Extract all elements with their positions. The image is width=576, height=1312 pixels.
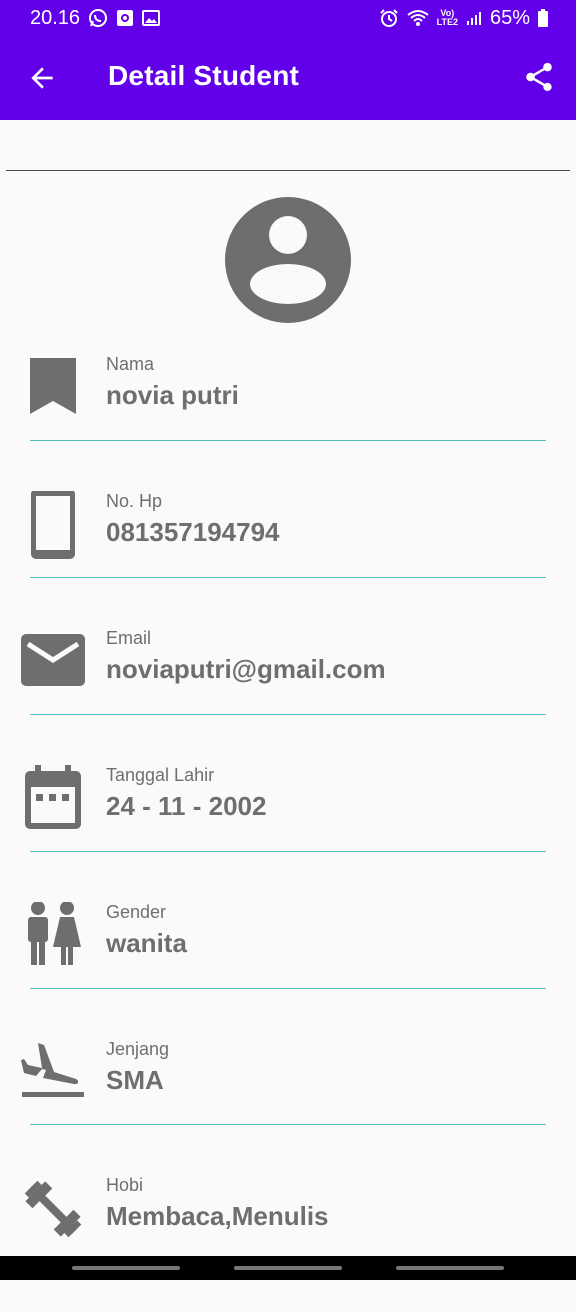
nav-recent-button[interactable]	[72, 1266, 180, 1270]
network-type-bottom: LTE2	[436, 17, 458, 27]
field-value-gender: wanita	[106, 928, 187, 958]
field-underline	[30, 577, 546, 578]
field-label-jenjang: Jenjang	[106, 1039, 170, 1059]
field-label-nama: Nama	[106, 354, 155, 374]
nav-home-button[interactable]	[234, 1266, 342, 1270]
battery-icon	[538, 9, 548, 27]
status-right: Vo) LTE2 65%	[379, 7, 548, 30]
field-row-email: Email noviaputri@gmail.com	[0, 628, 576, 765]
wifi-icon	[407, 10, 429, 26]
field-underline	[30, 440, 546, 441]
calendar-icon	[25, 765, 81, 829]
signal-icon	[466, 12, 481, 25]
field-value-nama: novia putri	[106, 380, 239, 410]
nav-back-button[interactable]	[396, 1266, 504, 1270]
back-arrow-icon[interactable]	[26, 62, 58, 94]
field-value-tanggal-lahir: 24 - 11 - 2002	[106, 791, 267, 821]
field-label-gender: Gender	[106, 902, 167, 922]
airplane-icon	[21, 1043, 84, 1097]
field-underline	[30, 851, 546, 852]
battery-percent: 65%	[489, 6, 530, 29]
field-row-nama: Nama novia putri	[0, 354, 576, 491]
app-bar: Detail Student	[0, 36, 576, 120]
field-value-no-hp: 081357194794	[106, 517, 280, 547]
alarm-icon	[379, 9, 398, 27]
people-icon	[28, 902, 81, 965]
status-time: 20.16	[30, 6, 81, 29]
status-bar: 20.16 Vo) LTE2 65%	[0, 0, 576, 36]
field-value-hobi: Membaca,Menulis	[106, 1201, 329, 1231]
field-row-hobi: Hobi Membaca,Menulis	[0, 1175, 576, 1312]
field-row-no-hp: No. Hp 081357194794	[0, 491, 576, 628]
bookmark-icon	[30, 358, 76, 414]
email-icon	[21, 634, 85, 686]
whatsapp-icon	[89, 9, 108, 27]
field-underline	[30, 714, 546, 715]
avatar	[225, 197, 351, 323]
field-label-no-hp: No. Hp	[106, 491, 163, 511]
field-row-jenjang: Jenjang SMA	[0, 1039, 576, 1176]
system-nav-bar	[0, 1256, 576, 1280]
image-notification-icon	[142, 10, 161, 26]
camera-notification-icon	[117, 10, 134, 26]
phone-icon	[31, 491, 75, 559]
dumbbell-icon	[24, 1180, 82, 1238]
status-left: 20.16	[30, 6, 161, 30]
field-value-jenjang: SMA	[106, 1065, 164, 1095]
field-underline	[30, 988, 546, 989]
field-value-email: noviaputri@gmail.com	[106, 654, 386, 684]
field-label-email: Email	[106, 628, 152, 648]
network-type: Vo) LTE2	[437, 9, 458, 27]
header-divider	[6, 170, 570, 171]
share-icon[interactable]	[522, 60, 556, 94]
field-label-hobi: Hobi	[106, 1175, 144, 1195]
field-row-tanggal-lahir: Tanggal Lahir 24 - 11 - 2002	[0, 765, 576, 902]
field-label-tanggal-lahir: Tanggal Lahir	[106, 765, 215, 785]
page-title: Detail Student	[108, 60, 300, 91]
field-row-gender: Gender wanita	[0, 902, 576, 1039]
field-underline	[30, 1124, 546, 1125]
